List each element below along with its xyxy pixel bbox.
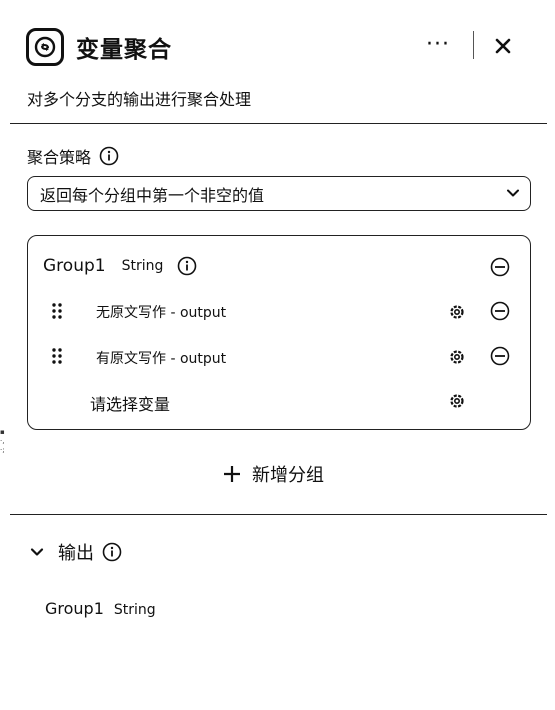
plus-icon xyxy=(224,466,240,482)
drag-handle-icon[interactable] xyxy=(51,302,63,320)
close-icon xyxy=(495,38,511,54)
edge-artifact: ▪ ·, ·; xyxy=(0,428,5,454)
panel-title: 变量聚合 xyxy=(76,37,172,63)
add-group-button[interactable]: 新增分组 xyxy=(222,461,324,487)
close-button[interactable] xyxy=(490,33,516,59)
drag-handle-icon[interactable] xyxy=(51,347,63,365)
strategy-select[interactable]: 返回每个分组中第一个非空的值 xyxy=(27,176,531,211)
minus-circle-icon xyxy=(490,301,510,321)
output-section-header: 输出 xyxy=(30,539,122,565)
info-icon[interactable] xyxy=(99,146,119,166)
strategy-label-text: 聚合策略 xyxy=(27,148,92,167)
variable-label[interactable]: 无原文写作 - output xyxy=(96,302,226,322)
info-icon[interactable] xyxy=(102,542,122,562)
group-card: Group1 String 无原文写作 - output 有原文写作 - out… xyxy=(27,235,531,430)
panel-header: 变量聚合 ··· xyxy=(26,28,526,66)
output-item: Group1 String xyxy=(45,599,156,618)
group-name[interactable]: Group1 xyxy=(43,256,106,276)
output-title: 输出 xyxy=(58,543,94,564)
group-type: String xyxy=(121,258,164,274)
select-variable-placeholder[interactable]: 请选择变量 xyxy=(90,391,170,415)
more-options-button[interactable]: ··· xyxy=(426,32,450,58)
chevron-down-icon[interactable] xyxy=(30,545,44,559)
header-divider xyxy=(473,31,474,59)
minus-circle-icon xyxy=(490,346,510,366)
remove-group-button[interactable] xyxy=(490,257,510,277)
divider xyxy=(10,514,547,515)
strategy-selected-value: 返回每个分组中第一个非空的值 xyxy=(40,185,265,205)
node-description: 对多个分支的输出进行聚合处理 xyxy=(27,90,252,109)
strategy-label: 聚合策略 xyxy=(27,144,119,168)
output-name: Group1 xyxy=(45,599,104,618)
info-icon[interactable] xyxy=(177,256,197,276)
output-type: String xyxy=(113,602,156,618)
chevron-down-icon xyxy=(507,189,519,197)
remove-variable-button[interactable] xyxy=(490,301,510,321)
variable-label[interactable]: 有原文写作 - output xyxy=(96,348,226,368)
group-header: Group1 String xyxy=(43,256,197,276)
remove-variable-button[interactable] xyxy=(490,346,510,366)
divider xyxy=(10,123,547,124)
gear-icon[interactable] xyxy=(448,303,466,321)
add-group-label: 新增分组 xyxy=(252,465,324,486)
gear-icon[interactable] xyxy=(448,348,466,366)
aggregate-node-icon xyxy=(26,28,64,66)
minus-circle-icon xyxy=(490,257,510,277)
gear-icon[interactable] xyxy=(448,392,466,410)
